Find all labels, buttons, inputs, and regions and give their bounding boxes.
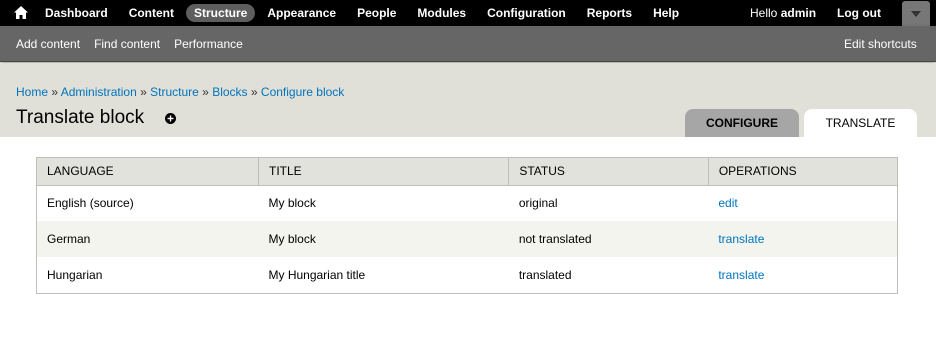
breadcrumb-home[interactable]: Home xyxy=(16,85,48,99)
edit-link[interactable]: edit xyxy=(718,196,737,210)
cell-language: English (source) xyxy=(47,196,134,211)
shortcut-find-content[interactable]: Find content xyxy=(94,37,160,51)
column-header-language: Language xyxy=(37,158,259,186)
column-header-status: Status xyxy=(508,158,709,186)
breadcrumb-configure-block[interactable]: Configure block xyxy=(261,85,344,99)
table-row: German My block not translated translate xyxy=(37,221,897,257)
cell-title: My Hungarian title xyxy=(268,268,366,282)
breadcrumb-separator: » xyxy=(250,85,258,99)
breadcrumb: Home » Administration » Structure » Bloc… xyxy=(16,85,344,99)
cell-status: original xyxy=(518,196,558,211)
menu-item-modules[interactable]: Modules xyxy=(408,4,475,22)
menu-item-structure[interactable]: Structure xyxy=(186,4,256,22)
menu-item-configuration[interactable]: Configuration xyxy=(478,4,575,22)
cell-operations: translate xyxy=(708,257,897,293)
cell-operations: translate xyxy=(708,221,897,257)
tab-configure[interactable]: Configure xyxy=(685,109,799,137)
chevron-down-icon xyxy=(911,11,921,17)
add-shortcut-icon[interactable] xyxy=(165,113,176,124)
page-title: Translate block xyxy=(16,107,145,128)
menu-item-reports[interactable]: Reports xyxy=(578,4,641,22)
menu-item-content[interactable]: Content xyxy=(120,4,183,22)
admin-toolbar: Dashboard Content Structure Appearance P… xyxy=(0,0,936,26)
shortcut-list: Add content Find content Performance xyxy=(16,26,257,62)
translate-link[interactable]: translate xyxy=(718,268,764,282)
page-header: Home » Administration » Structure » Bloc… xyxy=(0,63,936,137)
cell-status: not translated xyxy=(508,221,709,257)
cell-status: translated xyxy=(518,268,572,282)
menu-item-people[interactable]: People xyxy=(348,4,405,22)
toolbar-menu: Dashboard Content Structure Appearance P… xyxy=(36,0,691,26)
cell-operations: edit xyxy=(708,185,897,221)
cell-title: My block xyxy=(258,221,509,257)
table-header-row: Language Title Status Operations xyxy=(37,158,897,186)
shortcut-performance[interactable]: Performance xyxy=(174,37,243,51)
menu-item-help[interactable]: Help xyxy=(644,4,688,22)
edit-shortcuts-link[interactable]: Edit shortcuts xyxy=(844,26,917,62)
tab-translate[interactable]: Translate xyxy=(804,109,917,137)
breadcrumb-separator: » xyxy=(140,85,147,99)
home-icon[interactable] xyxy=(14,6,28,19)
breadcrumb-blocks[interactable]: Blocks xyxy=(212,85,247,99)
cell-language: Hungarian xyxy=(47,268,103,282)
shortcuts-toggle-button[interactable] xyxy=(902,1,930,26)
column-header-operations: Operations xyxy=(708,158,897,186)
user-greeting: Hello admin xyxy=(750,0,816,26)
translations-table: Language Title Status Operations English… xyxy=(36,157,898,294)
breadcrumb-separator: » xyxy=(202,85,209,99)
username-link[interactable]: admin xyxy=(781,6,816,20)
hello-prefix: Hello xyxy=(750,6,778,20)
breadcrumb-structure[interactable]: Structure xyxy=(150,85,199,99)
table-row: English (source) My block original edit xyxy=(37,185,897,221)
translate-link[interactable]: translate xyxy=(718,232,764,246)
cell-language: German xyxy=(37,221,259,257)
breadcrumb-administration[interactable]: Administration xyxy=(61,85,137,99)
menu-item-appearance[interactable]: Appearance xyxy=(258,4,345,22)
column-header-title: Title xyxy=(258,158,510,186)
breadcrumb-separator: » xyxy=(51,85,59,99)
table-row: Hungarian My Hungarian title translated … xyxy=(37,257,897,293)
logout-link[interactable]: Log out xyxy=(837,0,881,26)
shortcut-add-content[interactable]: Add content xyxy=(16,37,80,51)
shortcuts-bar: Add content Find content Performance Edi… xyxy=(0,26,936,62)
menu-item-dashboard[interactable]: Dashboard xyxy=(36,4,117,22)
cell-title: My block xyxy=(268,196,316,211)
